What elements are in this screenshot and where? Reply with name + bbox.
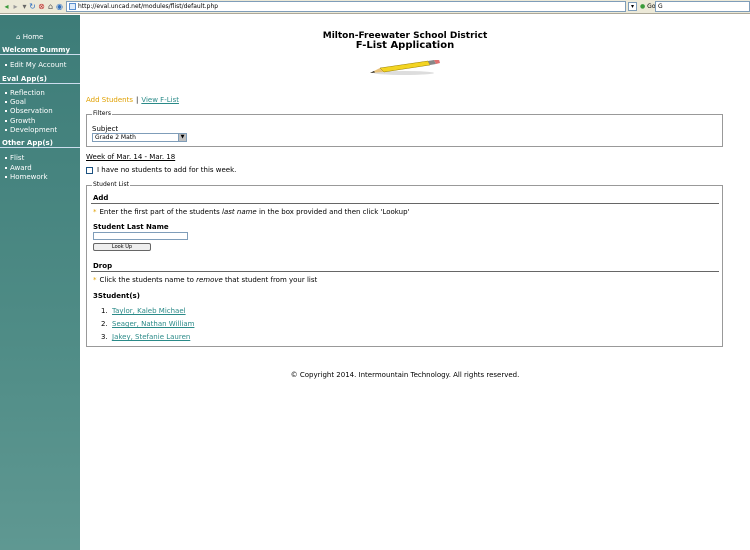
bullet-icon — [5, 157, 7, 159]
student-link[interactable]: Jakey, Stefanie Lauren — [112, 333, 190, 341]
bullet-icon — [5, 101, 7, 103]
lookup-button[interactable]: Look Up — [93, 243, 151, 251]
list-item-number: 3. — [101, 333, 108, 341]
bullet-icon — [5, 167, 7, 169]
no-students-label: I have no students to add for this week. — [97, 166, 237, 174]
list-item-number: 2. — [101, 320, 108, 328]
filters-legend: Filters — [92, 110, 112, 117]
search-input[interactable]: G — [655, 1, 750, 12]
add-header: Add — [93, 194, 109, 202]
nav-view-flist[interactable]: View F-List — [141, 96, 179, 104]
bookmark-icon[interactable]: ◉ — [55, 2, 64, 11]
add-instructions: * Enter the first part of the students la… — [93, 208, 410, 216]
sidebar: ⌂ Home Welcome Dummy Edit My Account Eva… — [0, 15, 80, 550]
drop-header: Drop — [93, 262, 113, 270]
stop-icon[interactable]: ⊗ — [37, 2, 46, 11]
sidebar-item-development[interactable]: Development — [5, 126, 57, 134]
sidebar-item-growth[interactable]: Growth — [5, 117, 35, 125]
list-item-number: 1. — [101, 307, 108, 315]
student-list-panel: Student List Add * Enter the first part o… — [86, 181, 723, 347]
bullet-icon — [5, 129, 7, 131]
address-dropdown-icon[interactable]: ▾ — [628, 2, 637, 11]
sidebar-item-flist[interactable]: Flist — [5, 154, 24, 162]
url-text: http://eval.uncad.net/modules/flist/defa… — [78, 3, 219, 10]
divider — [91, 271, 719, 272]
sidebar-item-edit-account[interactable]: Edit My Account — [5, 61, 66, 69]
forward-icon[interactable]: ▸ — [11, 2, 20, 11]
page-icon — [69, 3, 76, 10]
star-icon: * — [93, 276, 97, 284]
other-apps-header: Other App(s) — [0, 139, 80, 148]
subject-label: Subject — [92, 125, 119, 133]
student-count: 3Student(s) — [93, 292, 140, 300]
home-icon[interactable]: ⌂ — [46, 2, 55, 11]
page-nav: Add Students | View F-List — [86, 96, 179, 104]
subject-select[interactable]: Grade 2 Math ▼ — [92, 133, 187, 142]
sidebar-home-link[interactable]: ⌂ Home — [16, 33, 43, 41]
bullet-icon — [5, 64, 7, 66]
house-icon: ⌂ — [16, 33, 21, 41]
nav-add-students[interactable]: Add Students — [86, 96, 133, 104]
filters-panel: Filters Subject Grade 2 Math ▼ — [86, 110, 723, 147]
student-list-legend: Student List — [92, 181, 131, 188]
pencil-icon — [370, 60, 440, 75]
chevron-down-icon: ▼ — [178, 134, 186, 141]
address-bar[interactable]: http://eval.uncad.net/modules/flist/defa… — [66, 1, 626, 12]
sidebar-item-observation[interactable]: Observation — [5, 107, 53, 115]
divider — [91, 203, 719, 204]
reload-icon[interactable]: ↻ — [28, 2, 37, 11]
student-link[interactable]: Taylor, Kaleb Michael — [112, 307, 186, 315]
bullet-icon — [5, 176, 7, 178]
bullet-icon — [5, 120, 7, 122]
student-link[interactable]: Seager, Nathan William — [112, 320, 194, 328]
welcome-text: Welcome Dummy — [0, 46, 80, 55]
last-name-input[interactable] — [93, 232, 188, 240]
sidebar-item-goal[interactable]: Goal — [5, 98, 26, 106]
sidebar-item-homework[interactable]: Homework — [5, 173, 48, 181]
app-title: F-List Application — [355, 40, 455, 51]
bullet-icon — [5, 92, 7, 94]
week-label[interactable]: Week of Mar. 14 - Mar. 18 — [86, 153, 175, 161]
copyright-text: © Copyright 2014. Intermountain Technolo… — [290, 371, 520, 379]
drop-instructions: * Click the students name to remove that … — [93, 276, 318, 284]
bullet-icon — [5, 110, 7, 112]
go-button[interactable]: ● Go — [640, 2, 656, 11]
last-name-label: Student Last Name — [93, 223, 169, 231]
main-content: Milton-Freewater School District F-List … — [80, 15, 750, 550]
sidebar-item-reflection[interactable]: Reflection — [5, 89, 45, 97]
sidebar-item-award[interactable]: Award — [5, 164, 32, 172]
back-icon[interactable]: ◂ — [2, 2, 11, 11]
nav-separator: | — [135, 96, 139, 104]
go-arrow-icon: ● — [640, 3, 646, 10]
no-students-checkbox[interactable] — [86, 167, 93, 174]
star-icon: * — [93, 208, 97, 216]
eval-apps-header: Eval App(s) — [0, 75, 80, 84]
browser-toolbar: ◂ ▸ ▾ ↻ ⊗ ⌂ ◉ http://eval.uncad.net/modu… — [0, 0, 750, 14]
